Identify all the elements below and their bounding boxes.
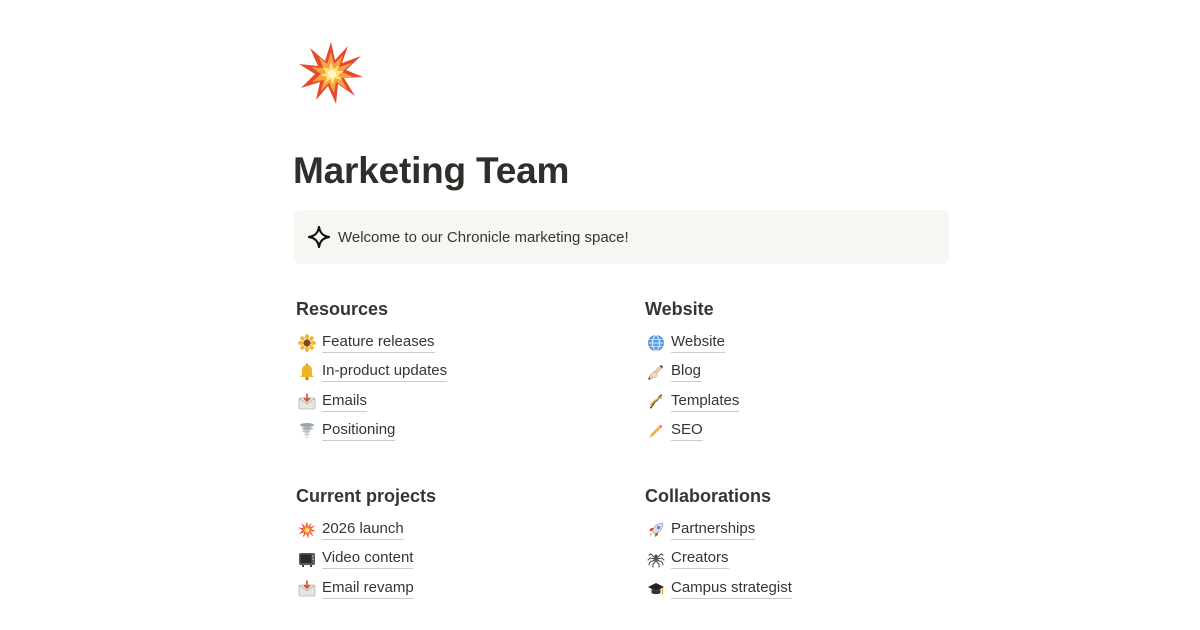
page-link-emails[interactable]: Emails [296,387,616,417]
page-link-creators[interactable]: Creators [645,545,965,575]
sunflower-icon [297,333,317,353]
page-link-partnerships[interactable]: Partnerships [645,515,965,545]
section-heading: Current projects [296,486,437,506]
section-heading: Website [645,299,714,319]
page-link-label: Campus strategist [671,579,792,599]
page-link-campus-strategist[interactable]: Campus strategist [645,574,965,604]
dna-icon [646,392,666,412]
rocket-icon [646,520,666,540]
section-heading: Collaborations [645,486,772,506]
page-link-label: SEO [671,421,703,442]
page-link-label: Feature releases [322,333,435,353]
sparkle-icon [308,226,330,248]
page-link-label: Blog [671,362,702,383]
page-link-seo[interactable]: SEO [645,417,965,447]
writing-hand-icon [646,362,666,382]
page-link-label: Email revamp [322,579,414,599]
collision-icon[interactable] [298,40,364,106]
page-link-positioning[interactable]: Positioning [296,417,616,447]
television-icon [297,549,317,569]
page-link-in-product-updates[interactable]: In-product updates [296,358,616,388]
page-link-label: 2026 launch [322,520,404,540]
welcome-callout: Welcome to our Chronicle marketing space… [294,210,949,264]
page-link-blog[interactable]: Blog [645,358,965,388]
page-link-2026-launch[interactable]: 2026 launch [296,515,616,545]
page-link-email-revamp[interactable]: Email revamp [296,574,616,604]
page-link-label: Emails [322,392,368,412]
callout-text: Welcome to our Chronicle marketing space… [338,228,629,246]
spider-icon [646,549,666,569]
page-link-feature-releases[interactable]: Feature releases [296,328,616,358]
page-link-label: Video content [322,549,414,570]
bell-icon [297,362,317,382]
website-section: Website Website Blog Templates SEO [645,296,965,446]
envelope-icon [297,579,317,599]
globe-icon [646,333,666,353]
page-link-website[interactable]: Website [645,328,965,358]
page-link-label: Partnerships [671,520,756,540]
current-projects-section: Current projects 2026 launch Video conte… [296,483,616,604]
page-link-templates[interactable]: Templates [645,387,965,417]
page-link-video-content[interactable]: Video content [296,545,616,575]
resources-section: Resources Feature releases In-product up… [296,296,616,446]
tornado-icon [297,421,317,441]
collaborations-section: Collaborations Partnerships Creators Cam… [645,483,965,604]
section-heading: Resources [296,299,389,319]
page-link-label: Positioning [322,421,396,442]
page-link-label: Creators [671,549,729,570]
graduation-cap-icon [646,579,666,599]
page-link-label: Templates [671,392,740,412]
envelope-icon [297,392,317,412]
page-link-label: In-product updates [322,362,448,383]
collision-icon [297,520,317,540]
page-link-label: Website [671,333,725,353]
notion-page: Marketing Team Welcome to our Chronicle … [0,0,1200,630]
page-title: Marketing Team [293,150,570,191]
pencil-icon [646,421,666,441]
